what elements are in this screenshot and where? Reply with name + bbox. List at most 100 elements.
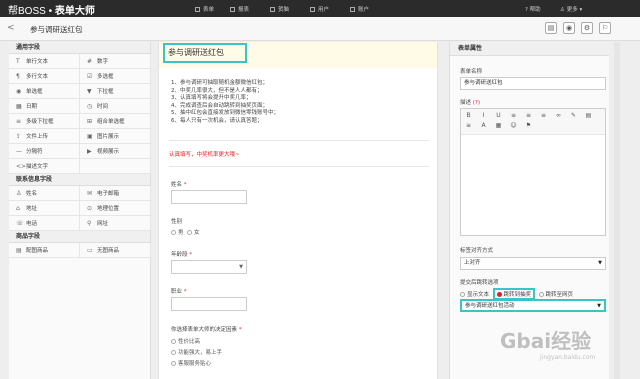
palette-item-icon: ◉ xyxy=(16,88,22,95)
palette-item-icon: ⌂ xyxy=(16,205,20,212)
palette-item[interactable]: ⌂ 地址 xyxy=(9,201,80,216)
editor-tool-button[interactable]: A xyxy=(479,121,488,131)
palette-item[interactable]: ≡ 多级下拉框 xyxy=(9,114,80,129)
scrollbar[interactable] xyxy=(614,42,620,379)
factor-radio[interactable] xyxy=(171,361,176,366)
gender-label: 性别 xyxy=(171,219,183,225)
editor-tool-button[interactable]: ≡ xyxy=(524,111,533,121)
settings-icon[interactable]: ⚙ xyxy=(581,22,593,34)
form-name-input[interactable]: 参与调研送红包 xyxy=(460,77,606,90)
submit-option-text[interactable]: 显示文本 xyxy=(460,292,489,298)
palette-item[interactable]: ✉ 电子邮箱 xyxy=(80,186,151,201)
gender-male-radio[interactable] xyxy=(171,230,176,235)
palette-item-label: 配图商品 xyxy=(26,248,49,254)
palette-item[interactable]: ⊞ 组合单选框 xyxy=(80,114,151,129)
save-icon[interactable]: ▤ xyxy=(545,22,557,34)
palette-item[interactable]: ▣ 图片展示 xyxy=(80,129,151,144)
palette-item-label: 多级下拉框 xyxy=(26,119,54,125)
factor-radio[interactable] xyxy=(171,339,176,344)
rule-line: 2、中奖几率很大，但不是人人都有； xyxy=(171,87,263,94)
align-value: 上对齐 xyxy=(464,260,481,266)
palette-item[interactable]: ▭ 无图商品 xyxy=(80,243,151,258)
share-icon[interactable]: ⚐ xyxy=(599,22,611,34)
nav-account[interactable]: 账户 xyxy=(350,5,369,13)
desc-help-icon[interactable]: (?) xyxy=(473,100,480,106)
factor-option[interactable]: 客服服务贴心 xyxy=(171,359,211,367)
editor-tool-button[interactable]: ✎ xyxy=(569,111,578,121)
palette-item[interactable]: ♙ 姓名 xyxy=(9,186,80,201)
palette-item[interactable]: <>描述文字 xyxy=(9,159,80,174)
editor-tool-button[interactable]: ≡ xyxy=(509,111,518,121)
align-select[interactable]: 上对齐 ▼ xyxy=(460,257,606,270)
brand-name-right: 表单大师 xyxy=(54,6,95,17)
palette-item[interactable]: ¶ 多行文本 xyxy=(9,69,80,84)
lottery-select[interactable]: 参与调研送红包活动 ▼ xyxy=(460,299,606,312)
nav-users-label: 用户 xyxy=(318,7,330,13)
palette-item-icon: ¶ xyxy=(16,73,20,80)
required-mark: * xyxy=(183,289,187,295)
factor-option-label: 客服服务贴心 xyxy=(178,361,212,367)
nav-forms[interactable]: 表单 xyxy=(195,5,214,13)
factor-option[interactable]: 功能强大，易上手 xyxy=(171,348,222,356)
editor-tool-button[interactable]: U xyxy=(494,111,503,121)
palette-item[interactable]: ▦ 日期 xyxy=(9,99,80,114)
palette-item-label: 单选框 xyxy=(26,89,43,95)
palette-item-icon: ▤ xyxy=(16,247,22,254)
form-header: 参与调研送红包 xyxy=(159,42,437,68)
nav-users[interactable]: 用户 xyxy=(310,5,329,13)
palette-item[interactable]: T 单行文本 xyxy=(9,54,80,69)
palette-item[interactable]: ☑ 多选框 xyxy=(80,69,151,84)
nav-reports[interactable]: 报表 xyxy=(230,5,249,13)
palette-item[interactable]: ☏ 电话 xyxy=(9,216,80,231)
editor-tool-button[interactable]: ≡ xyxy=(464,121,473,131)
submit-label: 提交后跳转选项 xyxy=(460,280,499,286)
nav-forms-label: 表单 xyxy=(203,7,215,13)
preview-icon[interactable]: ◉ xyxy=(563,22,575,34)
editor-tool-button[interactable]: ▤ xyxy=(584,111,593,121)
editor-tool-button[interactable]: ⚑ xyxy=(524,121,533,131)
gender-female-radio[interactable] xyxy=(187,230,193,235)
nav-apps[interactable]: 贺脑 xyxy=(270,5,289,13)
editor-tool-button[interactable]: ▦ xyxy=(494,121,503,131)
editor-tool-button[interactable]: ∞ xyxy=(554,111,563,121)
palette-item[interactable]: ◉ 单选框 xyxy=(9,84,80,99)
palette-item-icon: — xyxy=(16,148,22,155)
editor-tool-button[interactable]: ☺ xyxy=(509,121,518,131)
help-link[interactable]: ? 帮助 xyxy=(525,5,541,13)
palette-item[interactable]: ▶ 视频展示 xyxy=(80,144,151,159)
palette-item[interactable]: — 分隔符 xyxy=(9,144,80,159)
back-icon[interactable]: < xyxy=(7,23,15,33)
form-title[interactable]: 参与调研送红包 xyxy=(163,43,247,63)
palette-item[interactable]: ▤ 配图商品 xyxy=(9,243,80,258)
palette-item[interactable]: ⇪ 文件上传 xyxy=(9,129,80,144)
editor-tool-button[interactable]: B xyxy=(464,111,473,121)
brand-logo[interactable]: 帮BOSS • 表单大师 xyxy=(8,2,95,17)
palette-item-label: 描述文字 xyxy=(26,164,49,170)
palette-item-icon: ⇪ xyxy=(16,133,22,140)
submit-option-url[interactable]: 跳转至网页 xyxy=(538,292,574,298)
editor-tool-button[interactable]: ≡ xyxy=(539,111,548,121)
factor-radio[interactable] xyxy=(171,350,176,355)
palette-item[interactable]: ▼ 下拉框 xyxy=(80,84,151,99)
palette-item[interactable]: ⚲ 网址 xyxy=(80,216,151,231)
job-field[interactable] xyxy=(171,297,247,311)
submit-option-label: 跳转至网页 xyxy=(545,292,574,298)
editor-tool-button[interactable]: I xyxy=(479,111,488,121)
palette-item[interactable]: # 数字 xyxy=(80,54,151,69)
user-menu[interactable]: ♙ 更多 ▾ xyxy=(560,5,582,13)
name-label: 姓名 * xyxy=(171,180,187,188)
palette-item-icon: ≡ xyxy=(16,118,22,125)
palette-item-icon: <> xyxy=(16,163,27,170)
palette-item-icon: T xyxy=(16,58,20,65)
palette-item-icon: ♙ xyxy=(16,190,22,197)
factor-option[interactable]: 性价比高 xyxy=(171,337,200,345)
palette-item[interactable]: ◷ 时间 xyxy=(80,99,151,114)
name-field[interactable] xyxy=(171,190,247,204)
palette-item[interactable]: ⊙ 地理位置 xyxy=(80,201,151,216)
rule-line: 1、参与调研可抽取随机金额微信红包； xyxy=(171,80,269,86)
chevron-down-icon: ▼ xyxy=(597,303,601,309)
chevron-down-icon: ▼ xyxy=(239,264,243,270)
age-select[interactable]: ▼ xyxy=(171,260,247,274)
editor-toolbar: B I U ≡ ≡ ≡ ∞ ✎ ▤ ≡ A ▦ ☺ ⚑ xyxy=(461,109,605,135)
description-editor[interactable]: B I U ≡ ≡ ≡ ∞ ✎ ▤ ≡ A ▦ ☺ ⚑ xyxy=(460,108,606,236)
